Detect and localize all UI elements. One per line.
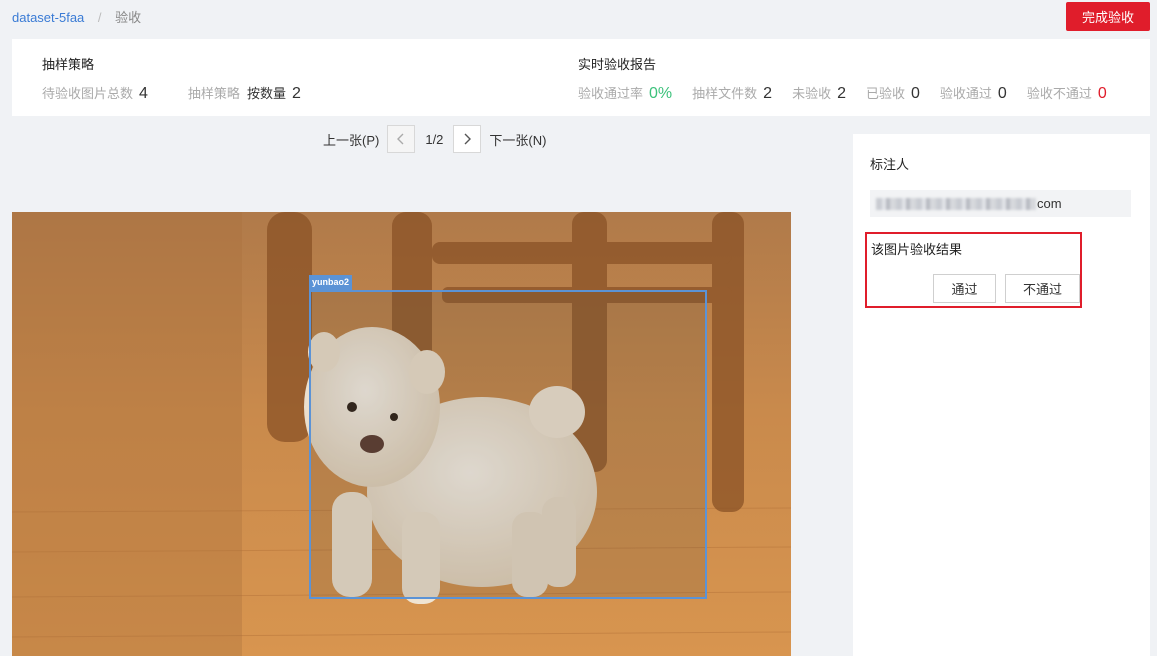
report-title: 实时验收报告 bbox=[578, 57, 657, 72]
sampling-title: 抽样策略 bbox=[42, 57, 95, 72]
sample-files: 抽样文件数 2 bbox=[692, 83, 772, 103]
bbox-label: yunbao2 bbox=[309, 275, 353, 290]
review-side-panel: 标注人 com 该图片验收结果 通过 不通过 bbox=[853, 134, 1150, 656]
pass-rate: 验收通过率 0% bbox=[578, 83, 672, 103]
sampling-strategy: 抽样策略 按数量 2 bbox=[188, 83, 301, 103]
unchecked-value: 2 bbox=[837, 85, 846, 102]
page-count: 1/2 bbox=[425, 131, 444, 147]
sampling-row: 待验收图片总数 4 抽样策略 按数量 2 bbox=[42, 83, 321, 103]
breadcrumb-dataset-link[interactable]: dataset-5faa bbox=[12, 10, 84, 25]
pass-button[interactable]: 通过 bbox=[933, 274, 996, 303]
sample-files-value: 2 bbox=[763, 85, 773, 102]
prev-image-link[interactable]: 上一张(P) bbox=[323, 130, 379, 149]
report-row: 验收通过率 0% 抽样文件数 2 未验收 2 已验收 0 验收通过 0 验收不通… bbox=[578, 83, 1107, 103]
breadcrumb-current: 验收 bbox=[115, 10, 142, 25]
fail-button[interactable]: 不通过 bbox=[1005, 274, 1080, 303]
pass-rate-value: 0% bbox=[649, 85, 673, 102]
labeler-email-suffix: com bbox=[1037, 196, 1062, 211]
pending-total-label: 待验收图片总数 bbox=[42, 86, 134, 101]
pending-total-value: 4 bbox=[139, 85, 148, 102]
chevron-left-icon[interactable] bbox=[387, 125, 416, 153]
breadcrumb-separator: / bbox=[97, 10, 102, 25]
checked-value: 0 bbox=[911, 85, 920, 102]
unchecked-label: 未验收 bbox=[792, 86, 832, 101]
passed: 验收通过 0 bbox=[940, 83, 1007, 103]
sample-files-label: 抽样文件数 bbox=[692, 86, 758, 101]
labeler-title: 标注人 bbox=[870, 157, 910, 172]
failed-value: 0 bbox=[1097, 85, 1107, 102]
sampling-strategy-mode: 按数量 bbox=[246, 86, 286, 101]
redacted-email bbox=[876, 197, 1036, 210]
failed-label: 验收不通过 bbox=[1026, 86, 1092, 101]
finish-acceptance-button[interactable]: 完成验收 bbox=[1066, 2, 1150, 31]
pass-rate-label: 验收通过率 bbox=[578, 86, 644, 101]
breadcrumb: dataset-5faa / 验收 bbox=[12, 7, 141, 26]
failed: 验收不通过 0 bbox=[1027, 83, 1107, 103]
bounding-box[interactable]: yunbao2 bbox=[309, 275, 707, 599]
pending-total: 待验收图片总数 4 bbox=[42, 83, 148, 103]
chevron-right-icon[interactable] bbox=[453, 125, 482, 153]
sampling-strategy-label: 抽样策略 bbox=[187, 86, 240, 101]
stats-panel: 抽样策略 待验收图片总数 4 抽样策略 按数量 2 实时验收报告 验收通过率 0… bbox=[12, 39, 1150, 116]
image-result-box: 该图片验收结果 通过 不通过 bbox=[865, 232, 1082, 308]
image-pager: 上一张(P) 1/2 下一张(N) bbox=[323, 125, 546, 153]
sampling-strategy-value: 2 bbox=[291, 85, 301, 102]
passed-label: 验收通过 bbox=[939, 86, 992, 101]
checked: 已验收 0 bbox=[866, 83, 920, 103]
labeler-email: com bbox=[870, 190, 1131, 217]
result-title: 该图片验收结果 bbox=[871, 242, 963, 257]
checked-label: 已验收 bbox=[865, 86, 905, 101]
unchecked: 未验收 2 bbox=[792, 83, 846, 103]
next-image-link[interactable]: 下一张(N) bbox=[489, 130, 546, 149]
annotated-image[interactable]: yunbao2 bbox=[12, 212, 791, 656]
passed-value: 0 bbox=[997, 85, 1007, 102]
